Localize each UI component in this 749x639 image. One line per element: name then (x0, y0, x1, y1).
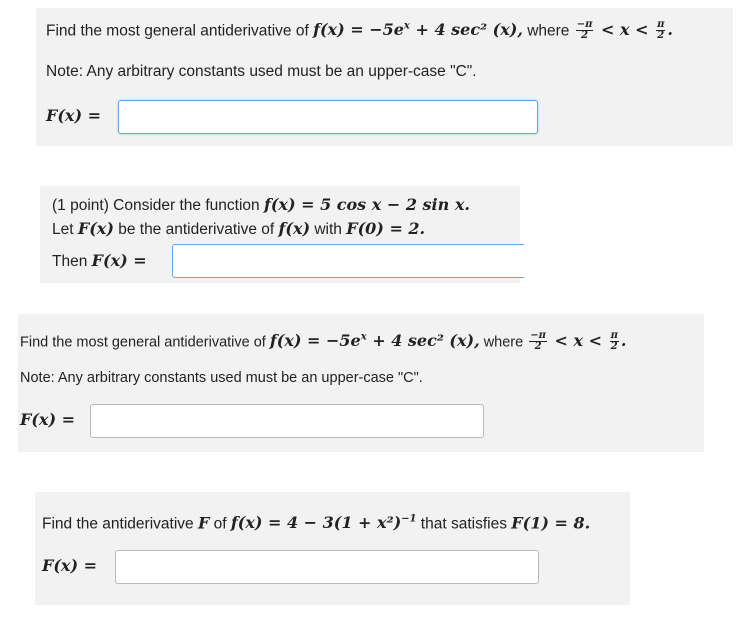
problem-1-domain-middle: < x < (595, 20, 655, 40)
problem-1-intro: Find the most general antiderivative of (46, 22, 309, 40)
problem-3-note: Note: Any arbitrary constants used must … (20, 370, 423, 386)
problem-1-function: f(x) = −5e (313, 20, 404, 40)
problem-2-then-text: Then (52, 253, 92, 270)
problem-3-domain-middle: < x < (548, 331, 608, 351)
problem-4-panel: Find the antiderivative F of f(x) = 4 − … (35, 492, 630, 605)
problem-3-where: where (479, 334, 528, 351)
problem-1-domain-upper-denominator: 2 (657, 30, 665, 42)
problem-3-function: f(x) = −5e (269, 331, 361, 351)
problem-4-intro: Find the antiderivative (42, 515, 198, 533)
problem-4-answer-input[interactable] (115, 550, 539, 584)
problem-2-condition: Let F(x) be the antiderivative of f(x) w… (52, 219, 425, 240)
problem-4-satisfies: that satisfies (416, 515, 512, 533)
problem-4-answer-label: F(x) = (42, 556, 98, 575)
problem-1-answer-input[interactable] (118, 100, 538, 134)
problem-4-function: f(x) = 4 − 3(1 + x²) (230, 513, 402, 533)
problem-4-exponent: −1 (401, 514, 417, 525)
problem-3-domain-lower-denominator: 2 (534, 341, 542, 353)
problem-2-be-the: be the antiderivative of (113, 221, 279, 238)
problem-3-answer-label: F(x) = (20, 410, 76, 429)
problem-3-panel: Find the most general antiderivative of … (18, 314, 704, 452)
problem-2-with: with (310, 221, 347, 238)
problem-4-condition: F(1) = 8. (511, 513, 591, 533)
problem-4-F: F (197, 513, 210, 533)
problem-2-answer-label: F(x) = (91, 251, 147, 270)
problem-1-panel: Find the most general antiderivative of … (36, 8, 733, 146)
problem-3-statement: Find the most general antiderivative of … (20, 330, 627, 353)
problem-1-statement: Find the most general antiderivative of … (46, 19, 673, 42)
problem-3-domain-upper-denominator: 2 (610, 341, 618, 353)
problem-2-answer-input[interactable] (172, 244, 524, 278)
problem-2-f: f(x) (278, 219, 311, 238)
problem-2-then: Then F(x) = (52, 251, 147, 272)
problem-3-answer-input[interactable] (90, 404, 484, 438)
problem-1-function-tail: + 4 sec² (x), (409, 20, 523, 40)
problem-1-note: Note: Any arbitrary constants used must … (46, 63, 477, 80)
problem-2-let: Let (52, 221, 78, 238)
problem-1-answer-label: F(x) = (46, 106, 102, 125)
problem-2-prefix: (1 point) Consider the function (52, 197, 264, 214)
problem-3-intro: Find the most general antiderivative of (20, 334, 266, 351)
problem-2-F: F(x) (77, 219, 114, 238)
problem-2-function: f(x) = 5 cos x − 2 sin x. (263, 195, 470, 214)
problem-1-domain-lower-denominator: 2 (581, 30, 589, 42)
problem-1-where: where (522, 22, 574, 40)
problem-3-function-tail: + 4 sec² (x), (366, 331, 480, 351)
problem-2-statement: (1 point) Consider the function f(x) = 5… (52, 195, 470, 216)
problem-2-panel: (1 point) Consider the function f(x) = 5… (40, 186, 524, 283)
problem-4-of: of (209, 515, 231, 533)
problem-4-statement: Find the antiderivative F of f(x) = 4 − … (42, 510, 590, 534)
problem-2-initial-condition: F(0) = 2. (346, 219, 426, 238)
